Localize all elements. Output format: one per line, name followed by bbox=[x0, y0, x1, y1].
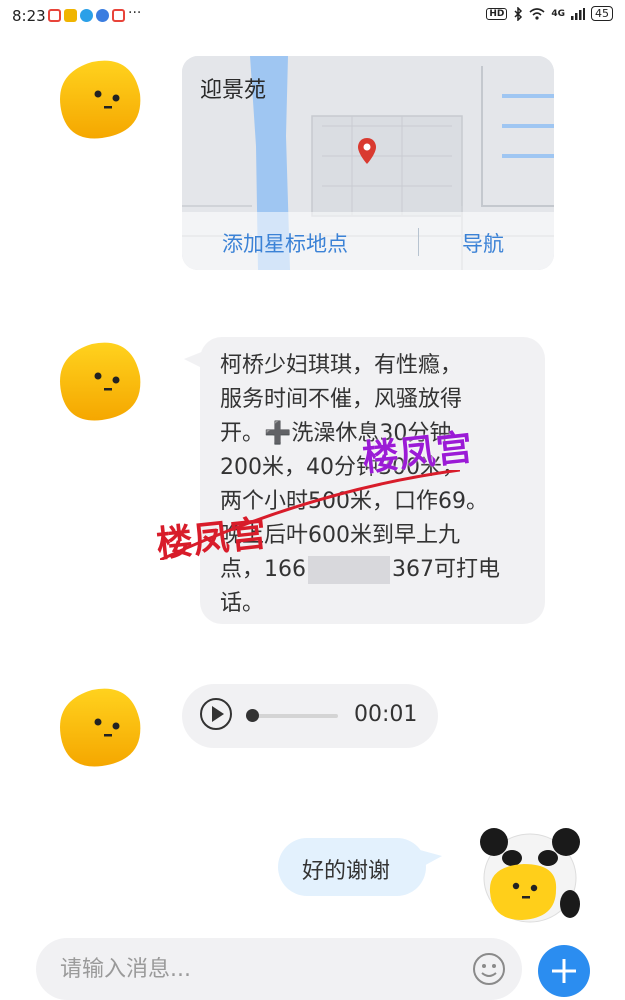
wifi-icon bbox=[529, 7, 545, 20]
phone-suffix: 367可打电 bbox=[392, 557, 500, 582]
reply-message-bubble[interactable]: 好的谢谢 bbox=[278, 838, 442, 896]
voice-progress-knob[interactable] bbox=[246, 709, 259, 722]
notification-icon-4 bbox=[96, 9, 109, 22]
status-right: HD 4G 45 bbox=[486, 6, 613, 21]
voice-progress-track[interactable] bbox=[252, 714, 338, 718]
notification-icon-1 bbox=[48, 9, 61, 22]
status-overflow: ··· bbox=[128, 5, 142, 21]
plus-icon bbox=[552, 959, 576, 983]
message-line: 柯桥少妇琪琪，有性瘾， bbox=[220, 353, 463, 378]
phone-prefix: 点，166 bbox=[220, 557, 306, 582]
panda-avatar[interactable] bbox=[478, 826, 582, 926]
signal-icon bbox=[571, 7, 585, 20]
avatar-yellow-blob[interactable] bbox=[52, 336, 144, 424]
notification-icon-2 bbox=[64, 9, 77, 22]
message-input[interactable] bbox=[58, 950, 462, 988]
voice-message-bubble[interactable]: 00:01 bbox=[182, 684, 438, 748]
reply-text: 好的谢谢 bbox=[302, 859, 391, 884]
avatar-yellow-blob[interactable] bbox=[52, 682, 144, 770]
notification-icon-3 bbox=[80, 9, 93, 22]
action-divider bbox=[418, 228, 419, 256]
navigate-button[interactable]: 导航 bbox=[462, 228, 504, 258]
map-pin-icon bbox=[358, 138, 376, 164]
emoji-icon[interactable] bbox=[472, 952, 506, 986]
bubble-tail bbox=[184, 351, 204, 369]
bubble-tail bbox=[420, 850, 442, 868]
redacted-block bbox=[308, 556, 390, 584]
message-line: 服务时间不催，风骚放得 bbox=[220, 387, 463, 412]
message-input-bar bbox=[36, 938, 522, 1000]
bluetooth-icon bbox=[514, 6, 523, 21]
add-star-location-button[interactable]: 添加星标地点 bbox=[222, 228, 348, 258]
notification-icon-5 bbox=[112, 9, 125, 22]
avatar-yellow-blob[interactable] bbox=[52, 54, 144, 142]
status-time: 8:23 bbox=[12, 7, 46, 25]
location-title: 迎景苑 bbox=[200, 78, 267, 103]
location-actions: 添加星标地点 导航 bbox=[182, 212, 554, 270]
hd-icon: HD bbox=[486, 7, 508, 20]
plus-button[interactable] bbox=[538, 945, 590, 997]
message-line: 话。 bbox=[220, 591, 265, 616]
network-type: 4G bbox=[551, 8, 565, 19]
play-icon[interactable] bbox=[200, 698, 232, 730]
location-card[interactable]: 迎景苑 添加星标地点 导航 bbox=[182, 56, 554, 270]
battery-indicator: 45 bbox=[591, 6, 613, 21]
status-bar: 8:23 ··· HD 4G 45 bbox=[0, 0, 625, 32]
voice-duration: 00:01 bbox=[354, 702, 418, 727]
